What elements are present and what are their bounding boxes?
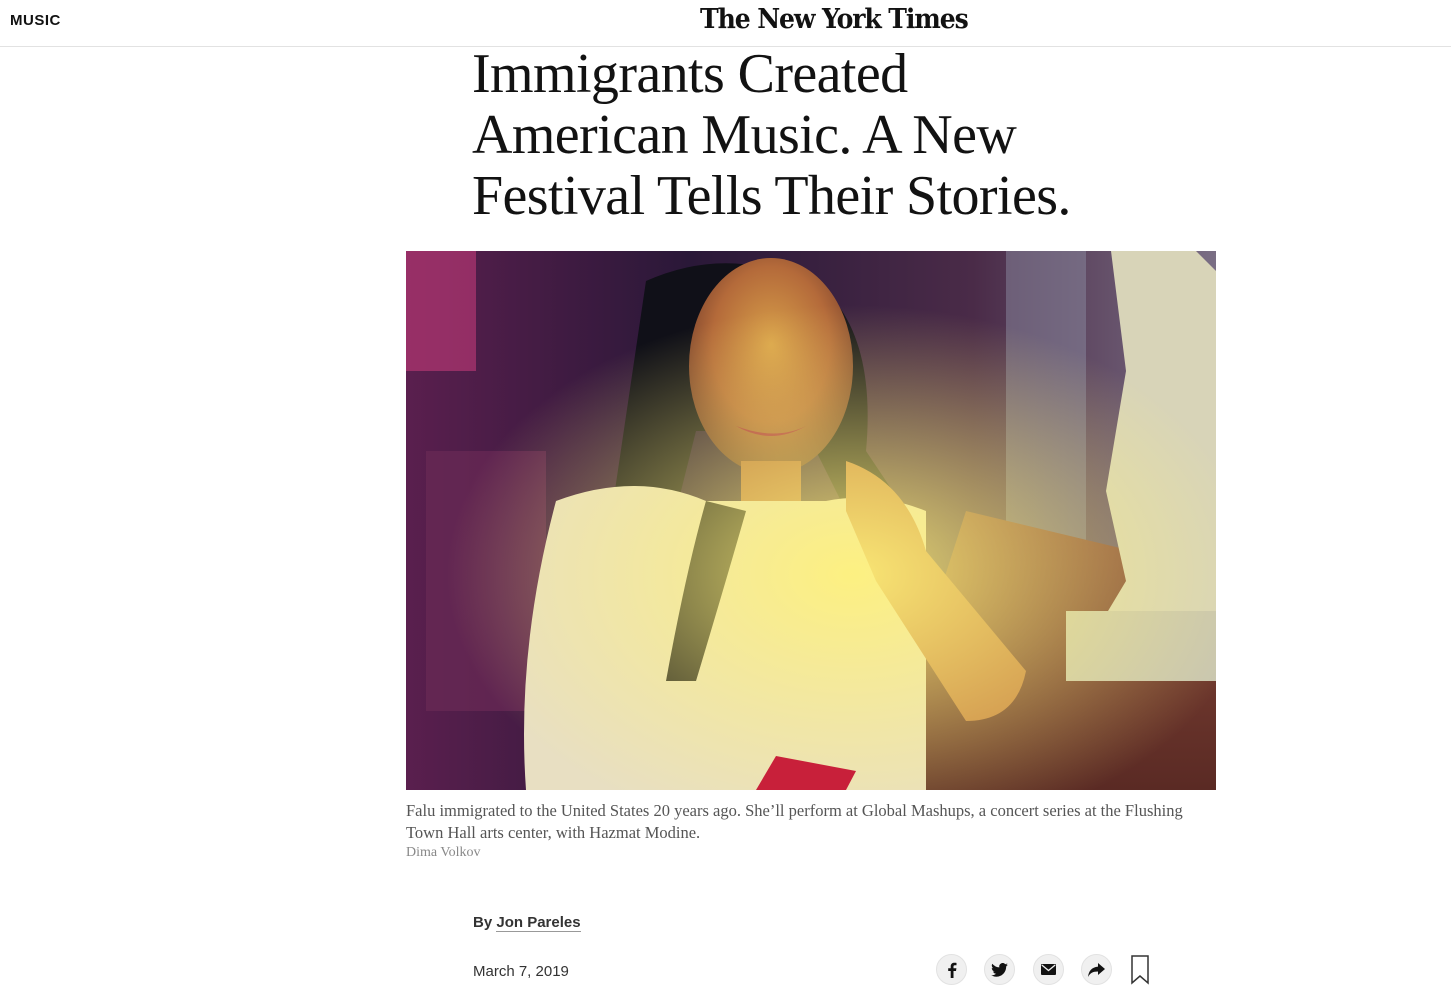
email-icon (1041, 964, 1056, 975)
twitter-share-button[interactable] (984, 954, 1015, 985)
byline: By Jon Pareles (473, 914, 581, 932)
publish-date: March 7, 2019 (473, 963, 569, 980)
share-arrow-icon (1088, 962, 1105, 977)
save-bookmark-button[interactable] (1130, 955, 1150, 985)
facebook-share-button[interactable] (936, 954, 967, 985)
email-share-button[interactable] (1033, 954, 1064, 985)
facebook-icon (947, 962, 956, 978)
top-bar: MUSIC The New York Times (0, 0, 1451, 47)
photo-credit: Dima Volkov (406, 845, 481, 860)
section-link-music[interactable]: MUSIC (10, 12, 61, 29)
bookmark-icon (1131, 955, 1149, 985)
photo-caption: Falu immigrated to the United States 20 … (406, 801, 1183, 842)
byline-prefix: By (473, 914, 493, 931)
nyt-logo[interactable]: The New York Times (700, 4, 969, 35)
lead-photo (406, 251, 1216, 790)
article-headline: Immigrants Created American Music. A New… (472, 43, 1071, 227)
more-share-button[interactable] (1081, 954, 1112, 985)
twitter-icon (991, 962, 1008, 977)
author-link[interactable]: Jon Pareles (496, 914, 581, 932)
